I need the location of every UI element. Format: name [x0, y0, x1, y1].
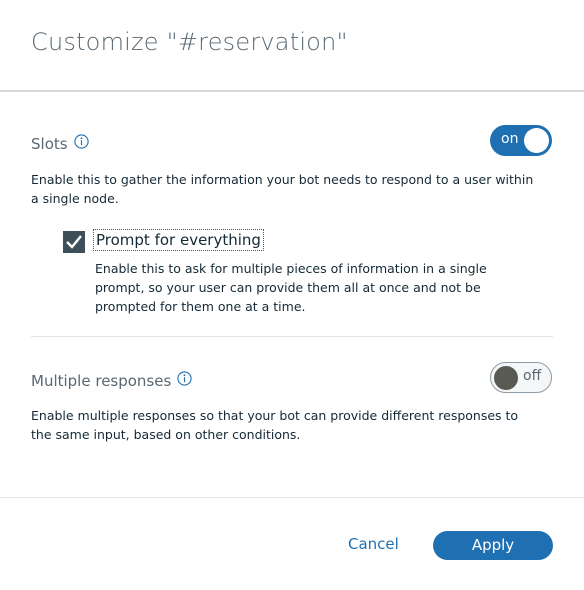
apply-button[interactable]: Apply [433, 531, 553, 560]
multiple-responses-description-line: Enable multiple responses so that your b… [31, 408, 519, 423]
prompt-for-everything-label[interactable]: Prompt for everything [93, 229, 264, 251]
footer-divider [0, 497, 584, 498]
cancel-button[interactable]: Cancel [348, 535, 399, 553]
slots-toggle-label: on [501, 131, 519, 147]
slots-description-line: a single node. [31, 191, 119, 206]
prompt-description-line: Enable this to ask for multiple pieces o… [95, 261, 487, 276]
multiple-responses-toggle-label: off [523, 368, 542, 384]
info-icon[interactable] [73, 133, 89, 149]
header-divider [0, 90, 584, 92]
multiple-responses-description-line: the same input, based on other condition… [31, 427, 301, 442]
multiple-responses-description: Enable multiple responses so that your b… [31, 406, 518, 444]
prompt-for-everything-checkbox[interactable] [63, 231, 85, 253]
prompt-description-line: prompted for them one at a time. [95, 299, 306, 314]
checkmark-icon [66, 235, 82, 249]
slots-description-line: Enable this to gather the information yo… [31, 172, 534, 187]
multiple-responses-toggle[interactable]: off [490, 362, 552, 393]
toggle-knob [524, 128, 549, 153]
prompt-description-line: prompt, so your user can provide them al… [95, 280, 481, 295]
slots-description: Enable this to gather the information yo… [31, 170, 533, 208]
multiple-responses-heading-row: Multiple responses [31, 370, 192, 390]
multiple-responses-heading: Multiple responses [31, 372, 172, 390]
slots-toggle[interactable]: on [490, 125, 552, 156]
slots-heading: Slots [31, 135, 68, 153]
info-icon[interactable] [177, 370, 192, 386]
prompt-for-everything-description: Enable this to ask for multiple pieces o… [95, 259, 487, 316]
slots-heading-row: Slots [31, 133, 89, 153]
section-divider [31, 336, 553, 337]
dialog-title: Customize "#reservation" [31, 28, 348, 56]
toggle-knob [494, 365, 518, 390]
